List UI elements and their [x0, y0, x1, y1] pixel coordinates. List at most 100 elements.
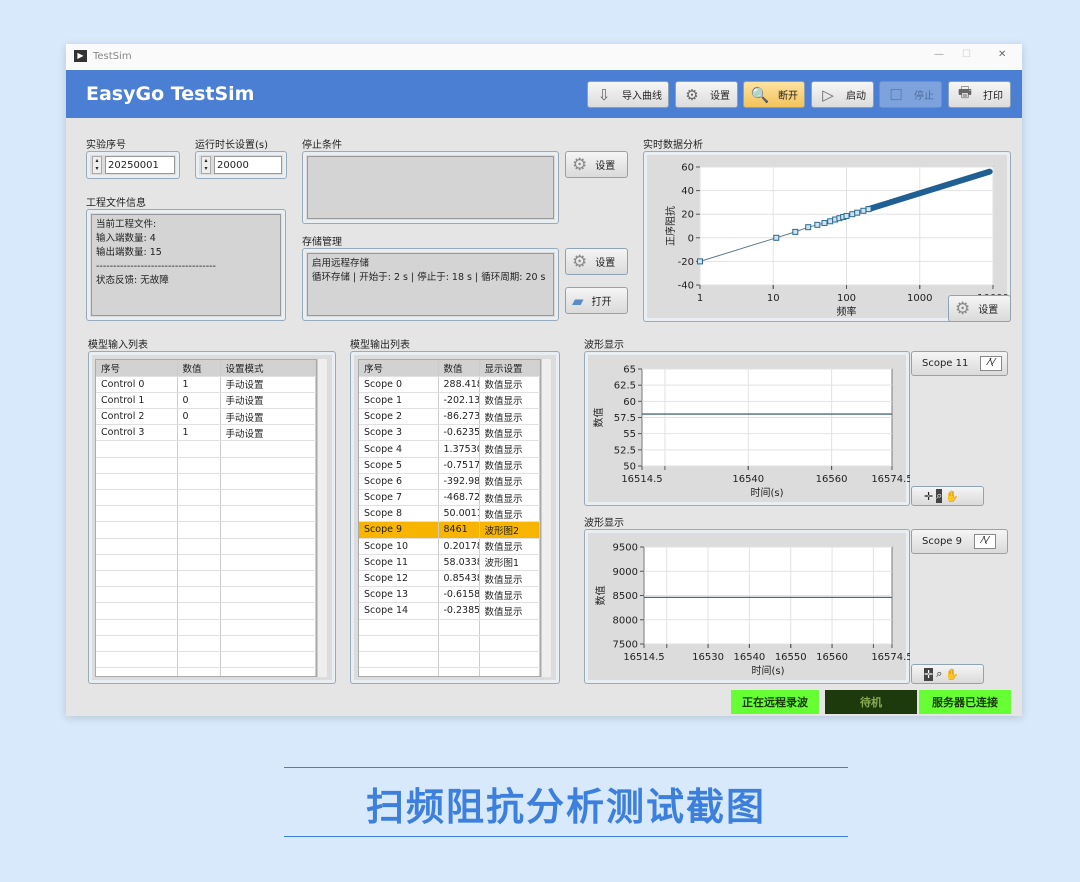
- table-row[interactable]: Control 3 1 手动设置: [96, 424, 316, 442]
- spinner-arrows[interactable]: ▴ ▾: [92, 156, 102, 174]
- spinner-arrows[interactable]: ▴ ▾: [201, 156, 211, 174]
- input-table-scrollbar[interactable]: [317, 359, 327, 677]
- table-row[interactable]: Scope 1 -202.13 数值显示: [359, 392, 540, 410]
- table-row[interactable]: Scope 12 0.85438 数值显示: [359, 570, 540, 588]
- x-axis-label: 频率: [837, 305, 857, 318]
- disconnect-button[interactable]: 🔍 断开: [743, 81, 805, 108]
- table-row[interactable]: Scope 10 0.20178 数值显示: [359, 538, 540, 555]
- table-row[interactable]: Control 0 1 手动设置: [96, 376, 316, 393]
- table-cell: Control 1: [96, 392, 178, 410]
- x-tick-label: 16574.5: [871, 652, 910, 663]
- table-cell: [96, 505, 178, 523]
- y-tick-label: 55: [623, 429, 636, 440]
- y-tick-label: 60: [681, 163, 694, 174]
- caption: 扫频阻抗分析测试截图: [365, 785, 766, 829]
- table-row[interactable]: Scope 2 -86.273 数值显示: [359, 408, 540, 426]
- table-cell: [177, 505, 221, 523]
- y-tick-label: 9500: [613, 543, 638, 554]
- legend-label: Scope 11: [922, 358, 969, 369]
- table-cell: 0.85438: [438, 570, 480, 588]
- minimize-button[interactable]: —: [934, 49, 944, 60]
- zoom-tool-icon[interactable]: ⌕: [936, 667, 942, 681]
- empty-row: [96, 538, 316, 555]
- table-cell: [177, 602, 221, 620]
- data-point: [827, 218, 834, 225]
- table-cell: 数值显示: [479, 440, 540, 458]
- y-tick-label: -40: [678, 281, 694, 292]
- table-cell: Scope 0: [359, 376, 439, 393]
- table-cell: 数值显示: [479, 586, 540, 604]
- pan-tool-icon[interactable]: ✋: [945, 490, 959, 503]
- table-cell: [479, 635, 540, 652]
- wave2-legend[interactable]: Scope 9 ⁄\⁄: [911, 529, 1008, 554]
- data-point: [849, 211, 856, 218]
- data-point: [773, 234, 780, 241]
- analysis-settings-button[interactable]: ⚙ 设置: [948, 295, 1011, 322]
- x-axis-label: 时间(s): [750, 486, 783, 499]
- table-row[interactable]: Scope 11 58.0338 波形图1: [359, 554, 540, 571]
- pan-tool-icon[interactable]: ✋: [945, 668, 959, 681]
- server-status: 服务器已连接: [919, 690, 1011, 714]
- start-button[interactable]: ▷ 启动: [811, 81, 874, 108]
- x-tick-label: 16560: [816, 652, 848, 663]
- maximize-button[interactable]: ☐: [962, 49, 971, 60]
- output-table-scrollbar[interactable]: [541, 359, 551, 677]
- empty-row: [96, 457, 316, 474]
- table-row[interactable]: Scope 3 -0.6235 数值显示: [359, 424, 540, 442]
- column-header: 数值: [438, 360, 480, 377]
- y-tick-label: 0: [688, 233, 694, 244]
- table-cell: [96, 489, 178, 507]
- analysis-label: 实时数据分析: [643, 140, 703, 151]
- zoom-tool-icon[interactable]: ⌕: [936, 489, 943, 503]
- table-cell: [96, 473, 178, 491]
- table-cell: [177, 440, 221, 458]
- empty-row: [359, 619, 540, 636]
- table-cell: Scope 3: [359, 424, 439, 442]
- table-row[interactable]: Scope 5 -0.7517 数值显示: [359, 457, 540, 474]
- button-label: 断开: [778, 91, 798, 102]
- output-list-frame: 序号 数值 显示设置 Scope 0 288.418 数值显示 Scope 1 -202.1…: [350, 351, 560, 684]
- table-cell: [220, 635, 316, 652]
- experiment-control: ▴ ▾ 20250001: [86, 151, 180, 179]
- stop-condition-settings-button[interactable]: ⚙ 设置: [565, 151, 628, 178]
- settings-button[interactable]: ⚙ 设置: [675, 81, 738, 108]
- cursor-tool-icon[interactable]: ✛: [924, 667, 934, 681]
- table-cell: [96, 570, 178, 588]
- table-cell: [220, 619, 316, 636]
- table-row[interactable]: Scope 13 -0.6158 数值显示: [359, 586, 540, 604]
- empty-row: [96, 570, 316, 588]
- print-button[interactable]: 🖶 打印: [948, 81, 1011, 108]
- data-point: [860, 207, 867, 214]
- duration-input[interactable]: 20000: [214, 156, 282, 174]
- table-row[interactable]: Scope 0 288.418 数值显示: [359, 376, 540, 393]
- empty-row: [96, 667, 316, 676]
- import-curve-button[interactable]: ⇩ 导入曲线: [587, 81, 669, 108]
- button-label: 停止: [914, 91, 934, 102]
- table-row[interactable]: Scope 4 1.37530 数值显示: [359, 440, 540, 458]
- info-line: 输入端数量: 4: [96, 233, 156, 244]
- storage-settings-button[interactable]: ⚙ 设置: [565, 248, 628, 275]
- table-row[interactable]: Scope 9 8461 波形图2: [359, 521, 540, 539]
- close-button[interactable]: ✕: [998, 49, 1006, 60]
- table-row[interactable]: Scope 14 -0.2385 数值显示: [359, 602, 540, 620]
- x-tick-label: 100: [837, 293, 856, 304]
- table-row[interactable]: Scope 7 -468.72 数值显示: [359, 489, 540, 507]
- experiment-input[interactable]: 20250001: [105, 156, 175, 174]
- project-info-text: 当前工程文件: 输入端数量: 4 输出端数量: 15 -------------…: [91, 214, 281, 316]
- table-cell: 58.0338: [438, 554, 480, 571]
- info-line: 当前工程文件:: [96, 219, 157, 230]
- empty-row: [359, 667, 540, 676]
- table-cell: Control 0: [96, 376, 178, 393]
- table-row[interactable]: Scope 8 50.0011 数值显示: [359, 505, 540, 523]
- table-row[interactable]: Control 2 0 手动设置: [96, 408, 316, 426]
- empty-row: [96, 554, 316, 571]
- table-row[interactable]: Scope 6 -392.98 数值显示: [359, 473, 540, 491]
- cursor-tool-icon[interactable]: ✛: [924, 490, 933, 503]
- storage-open-button[interactable]: ▰ 打开: [565, 287, 628, 314]
- table-cell: [220, 489, 316, 507]
- wave1-legend[interactable]: Scope 11 ⁄\⁄: [911, 351, 1008, 376]
- gear-icon: ⚙: [685, 85, 699, 104]
- table-row[interactable]: Control 1 0 手动设置: [96, 392, 316, 410]
- table-cell: -86.273: [438, 408, 480, 426]
- stop-button[interactable]: ☐ 停止: [879, 81, 942, 108]
